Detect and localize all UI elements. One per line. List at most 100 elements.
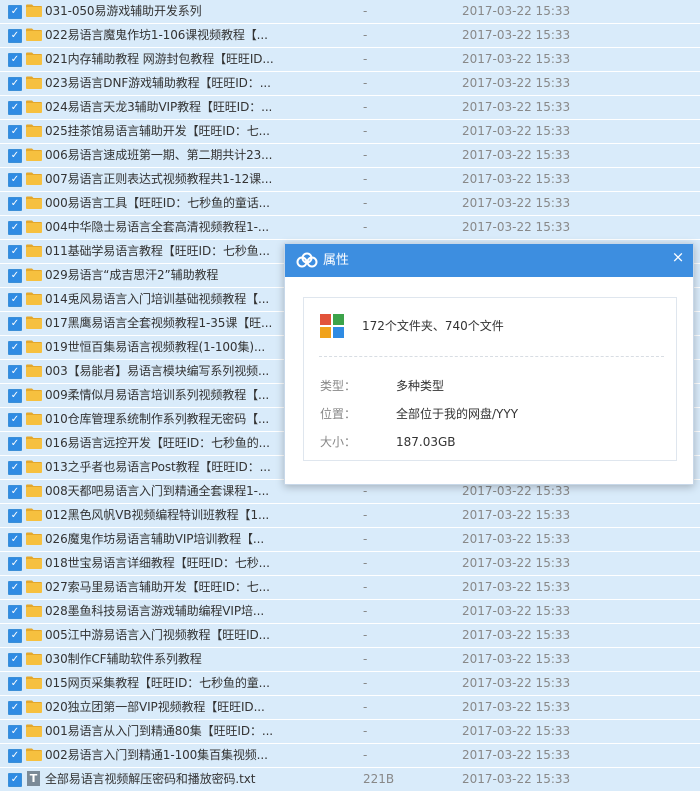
close-icon[interactable]: ×: [669, 248, 687, 266]
file-name[interactable]: 019世恒百集易语言视频教程(1-100集)...: [45, 339, 265, 356]
file-name[interactable]: 008天都吧易语言入门到精通全套课程1-...: [45, 483, 269, 500]
file-name[interactable]: 018世宝易语言详细教程【旺旺ID：七秒...: [45, 555, 270, 572]
file-name[interactable]: 006易语言速成班第一期、第二期共计23...: [45, 147, 272, 164]
checkbox-checked-icon[interactable]: ✓: [8, 413, 22, 427]
checkbox-checked-icon[interactable]: ✓: [8, 749, 22, 763]
checkbox-checked-icon[interactable]: ✓: [8, 5, 22, 19]
dialog-titlebar[interactable]: 属性 ×: [285, 244, 693, 277]
folder-icon: [26, 4, 42, 17]
file-name[interactable]: 全部易语言视频解压密码和播放密码.txt: [45, 771, 255, 788]
file-row[interactable]: ✓ T 全部易语言视频解压密码和播放密码.txt 221B 2017-03-22 15:…: [0, 768, 700, 792]
folder-icon: [26, 604, 42, 617]
checkbox-checked-icon[interactable]: ✓: [8, 125, 22, 139]
folder-icon: [26, 436, 42, 449]
file-name[interactable]: 028墨鱼科技易语言游戏辅助编程VIP培...: [45, 603, 264, 620]
file-name[interactable]: 027索马里易语言辅助开发【旺旺ID：七...: [45, 579, 270, 596]
file-name[interactable]: 029易语言“成吉思汗2”辅助教程: [45, 267, 218, 284]
file-row[interactable]: ✓ 024易语言天龙3辅助VIP教程【旺旺ID：... - 2017-03-22 15…: [0, 96, 700, 120]
type-value: 多种类型: [396, 379, 445, 393]
file-name[interactable]: 023易语言DNF游戏辅助教程【旺旺ID：...: [45, 75, 271, 92]
file-row[interactable]: ✓ 026魔鬼作坊易语言辅助VIP培训教程【... - 2017-03-22 15:3…: [0, 528, 700, 552]
file-size: -: [363, 748, 368, 762]
checkbox-checked-icon[interactable]: ✓: [8, 437, 22, 451]
checkbox-checked-icon[interactable]: ✓: [8, 725, 22, 739]
file-name[interactable]: 021内存辅助教程 网游封包教程【旺旺ID...: [45, 51, 274, 68]
checkbox-checked-icon[interactable]: ✓: [8, 269, 22, 283]
file-row[interactable]: ✓ 021内存辅助教程 网游封包教程【旺旺ID... - 2017-03-22 15:…: [0, 48, 700, 72]
file-name[interactable]: 005江中游易语言入门视频教程【旺旺ID...: [45, 627, 270, 644]
checkbox-checked-icon[interactable]: ✓: [8, 293, 22, 307]
file-row[interactable]: ✓ 002易语言入门到精通1-100集百集视频... - 2017-03-22 15:…: [0, 744, 700, 768]
file-row[interactable]: ✓ 001易语言从入门到精通80集【旺旺ID：... - 2017-03-22 15:…: [0, 720, 700, 744]
checkbox-checked-icon[interactable]: ✓: [8, 773, 22, 787]
checkbox-checked-icon[interactable]: ✓: [8, 485, 22, 499]
file-name[interactable]: 024易语言天龙3辅助VIP教程【旺旺ID：...: [45, 99, 272, 116]
file-name[interactable]: 026魔鬼作坊易语言辅助VIP培训教程【...: [45, 531, 264, 548]
file-name[interactable]: 002易语言入门到精通1-100集百集视频...: [45, 747, 268, 764]
checkbox-checked-icon[interactable]: ✓: [8, 77, 22, 91]
checkbox-checked-icon[interactable]: ✓: [8, 221, 22, 235]
file-name[interactable]: 004中华隐士易语言全套高清视频教程1-...: [45, 219, 269, 236]
file-name[interactable]: 000易语言工具【旺旺ID：七秒鱼的童话...: [45, 195, 270, 212]
file-size: -: [363, 196, 368, 210]
file-name[interactable]: 012黑色风帆VB视频编程特训班教程【1...: [45, 507, 269, 524]
file-row[interactable]: ✓ 023易语言DNF游戏辅助教程【旺旺ID：... - 2017-03-22 15:…: [0, 72, 700, 96]
checkbox-checked-icon[interactable]: ✓: [8, 581, 22, 595]
file-row[interactable]: ✓ 015网页采集教程【旺旺ID：七秒鱼的童... - 2017-03-22 15:3…: [0, 672, 700, 696]
checkbox-checked-icon[interactable]: ✓: [8, 389, 22, 403]
checkbox-checked-icon[interactable]: ✓: [8, 629, 22, 643]
file-name[interactable]: 022易语言魔鬼作坊1-106课视频教程【...: [45, 27, 268, 44]
size-value: 187.03GB: [396, 435, 456, 449]
file-row[interactable]: ✓ 005江中游易语言入门视频教程【旺旺ID... - 2017-03-22 15:3…: [0, 624, 700, 648]
file-name[interactable]: 007易语言正则表达式视频教程共1-12课...: [45, 171, 272, 188]
file-name[interactable]: 010仓库管理系统制作系列教程无密码【...: [45, 411, 269, 428]
checkbox-checked-icon[interactable]: ✓: [8, 341, 22, 355]
file-row[interactable]: ✓ 004中华隐士易语言全套高清视频教程1-... - 2017-03-22 15:3…: [0, 216, 700, 240]
checkbox-checked-icon[interactable]: ✓: [8, 53, 22, 67]
file-size: -: [363, 580, 368, 594]
file-row[interactable]: ✓ 022易语言魔鬼作坊1-106课视频教程【... - 2017-03-22 15:…: [0, 24, 700, 48]
checkbox-checked-icon[interactable]: ✓: [8, 149, 22, 163]
file-name[interactable]: 020独立团第一部VIP视频教程【旺旺ID...: [45, 699, 265, 716]
checkbox-checked-icon[interactable]: ✓: [8, 461, 22, 475]
file-row[interactable]: ✓ 012黑色风帆VB视频编程特训班教程【1... - 2017-03-22 15:3…: [0, 504, 700, 528]
file-name[interactable]: 015网页采集教程【旺旺ID：七秒鱼的童...: [45, 675, 270, 692]
checkbox-checked-icon[interactable]: ✓: [8, 317, 22, 331]
file-row[interactable]: ✓ 030制作CF辅助软件系列教程 - 2017-03-22 15:33: [0, 648, 700, 672]
file-row[interactable]: ✓ 025挂茶馆易语言辅助开发【旺旺ID：七... - 2017-03-22 15:3…: [0, 120, 700, 144]
file-row[interactable]: ✓ 027索马里易语言辅助开发【旺旺ID：七... - 2017-03-22 15:3…: [0, 576, 700, 600]
file-name[interactable]: 031-050易游戏辅助开发系列: [45, 3, 202, 20]
folder-icon: [26, 124, 42, 137]
folder-icon: [26, 532, 42, 545]
file-name[interactable]: 014兎风易语言入门培训基础视频教程【...: [45, 291, 269, 308]
file-name[interactable]: 017黑鹰易语言全套视频教程1-35课【旺...: [45, 315, 272, 332]
file-row[interactable]: ✓ 020独立团第一部VIP视频教程【旺旺ID... - 2017-03-22 15:…: [0, 696, 700, 720]
checkbox-checked-icon[interactable]: ✓: [8, 533, 22, 547]
checkbox-checked-icon[interactable]: ✓: [8, 173, 22, 187]
checkbox-checked-icon[interactable]: ✓: [8, 101, 22, 115]
file-row[interactable]: ✓ 006易语言速成班第一期、第二期共计23... - 2017-03-22 15:3…: [0, 144, 700, 168]
checkbox-checked-icon[interactable]: ✓: [8, 677, 22, 691]
checkbox-checked-icon[interactable]: ✓: [8, 197, 22, 211]
file-row[interactable]: ✓ 031-050易游戏辅助开发系列 - 2017-03-22 15:33: [0, 0, 700, 24]
checkbox-checked-icon[interactable]: ✓: [8, 653, 22, 667]
file-name[interactable]: 001易语言从入门到精通80集【旺旺ID：...: [45, 723, 273, 740]
file-name[interactable]: 009柔情似月易语言培训系列视频教程【...: [45, 387, 269, 404]
checkbox-checked-icon[interactable]: ✓: [8, 605, 22, 619]
checkbox-checked-icon[interactable]: ✓: [8, 701, 22, 715]
file-name[interactable]: 025挂茶馆易语言辅助开发【旺旺ID：七...: [45, 123, 270, 140]
checkbox-checked-icon[interactable]: ✓: [8, 509, 22, 523]
checkbox-checked-icon[interactable]: ✓: [8, 365, 22, 379]
file-row[interactable]: ✓ 018世宝易语言详细教程【旺旺ID：七秒... - 2017-03-22 15:3…: [0, 552, 700, 576]
file-row[interactable]: ✓ 028墨鱼科技易语言游戏辅助编程VIP培... - 2017-03-22 15:3…: [0, 600, 700, 624]
file-name[interactable]: 016易语言远控开发【旺旺ID：七秒鱼的...: [45, 435, 270, 452]
file-name[interactable]: 013之乎者也易语言Post教程【旺旺ID：...: [45, 459, 271, 476]
file-row[interactable]: ✓ 007易语言正则表达式视频教程共1-12课... - 2017-03-22 15:…: [0, 168, 700, 192]
file-name[interactable]: 003【易能者】易语言模块编写系列视频...: [45, 363, 269, 380]
checkbox-checked-icon[interactable]: ✓: [8, 557, 22, 571]
checkbox-checked-icon[interactable]: ✓: [8, 29, 22, 43]
file-name[interactable]: 011基础学易语言教程【旺旺ID：七秒鱼...: [45, 243, 270, 260]
checkbox-checked-icon[interactable]: ✓: [8, 245, 22, 259]
file-row[interactable]: ✓ 000易语言工具【旺旺ID：七秒鱼的童话... - 2017-03-22 15:3…: [0, 192, 700, 216]
file-name[interactable]: 030制作CF辅助软件系列教程: [45, 651, 202, 668]
